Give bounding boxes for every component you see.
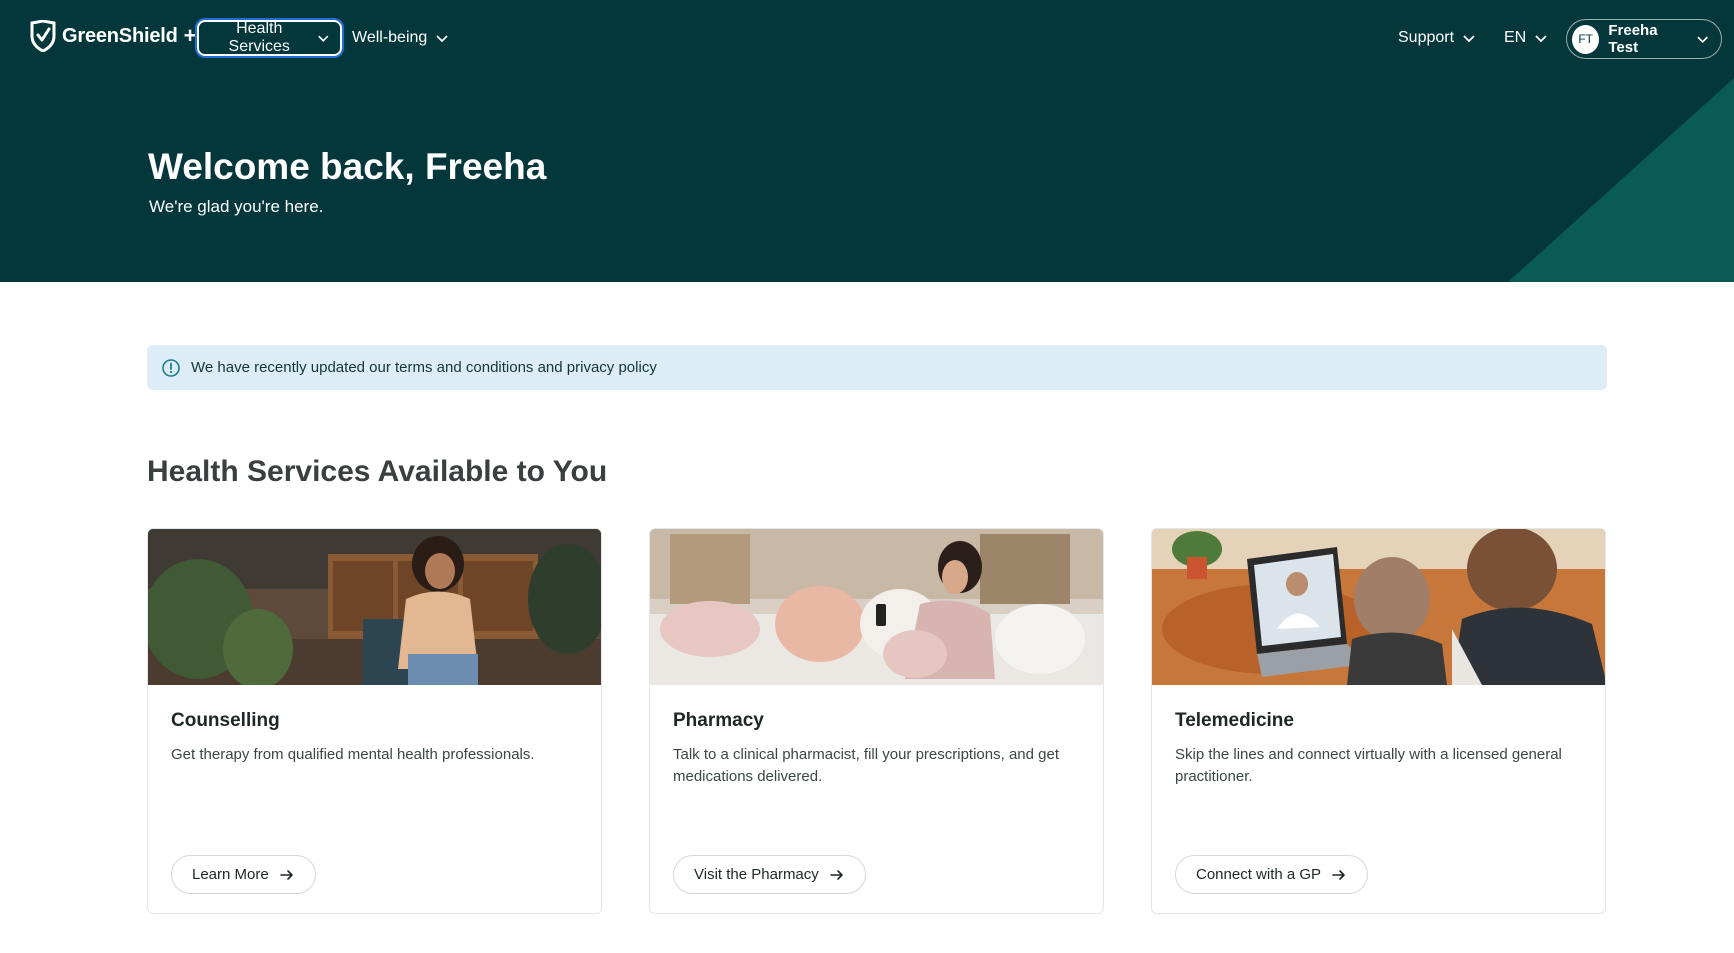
button-label: Visit the Pharmacy xyxy=(694,866,819,883)
chevron-down-icon xyxy=(436,35,448,43)
shield-logo-icon xyxy=(30,20,56,52)
connect-gp-button[interactable]: Connect with a GP xyxy=(1175,855,1369,894)
card-description: Skip the lines and connect virtually wit… xyxy=(1175,746,1562,785)
telemedicine-photo xyxy=(1152,529,1605,685)
nav-health-services[interactable]: Health Services xyxy=(197,20,342,56)
service-card-counselling: Counselling Get therapy from qualified m… xyxy=(147,528,602,914)
terms-update-notice: We have recently updated our terms and c… xyxy=(147,345,1607,390)
card-title: Counselling xyxy=(171,710,280,731)
language-selector[interactable]: EN xyxy=(1494,20,1558,56)
page-subtitle: We're glad you're here. xyxy=(149,197,324,216)
brand-name: GreenShield xyxy=(62,24,178,47)
notice-text: We have recently updated our terms and c… xyxy=(191,359,657,376)
counselling-photo xyxy=(148,529,601,685)
user-name: Freeha Test xyxy=(1608,22,1658,56)
chevron-down-icon xyxy=(1697,36,1708,44)
card-description: Talk to a clinical pharmacist, fill your… xyxy=(673,746,1060,785)
arrow-right-icon xyxy=(1332,869,1345,880)
user-menu-button[interactable]: FT Freeha Test xyxy=(1566,19,1722,59)
card-description: Get therapy from qualified mental health… xyxy=(171,746,535,763)
pharmacy-photo xyxy=(650,529,1103,685)
greenshield-logo[interactable]: GreenShield + xyxy=(30,20,196,52)
chevron-down-icon xyxy=(1463,35,1475,43)
chevron-down-icon xyxy=(318,35,329,42)
chevron-down-icon xyxy=(1535,35,1547,43)
arrow-right-icon xyxy=(279,869,293,880)
service-card-pharmacy: Pharmacy Talk to a clinical pharmacist, … xyxy=(649,528,1104,914)
service-card-telemedicine: Telemedicine Skip the lines and connect … xyxy=(1151,528,1606,914)
brand-plus: + xyxy=(183,23,197,48)
avatar: FT xyxy=(1572,24,1600,54)
learn-more-button[interactable]: Learn More xyxy=(171,855,316,894)
nav-well-being-label: Well-being xyxy=(352,29,428,46)
page-title: Welcome back, Freeha xyxy=(148,146,547,187)
language-label: EN xyxy=(1504,29,1527,46)
button-label: Learn More xyxy=(192,866,269,883)
info-icon xyxy=(162,358,180,377)
button-label: Connect with a GP xyxy=(1196,866,1322,883)
arrow-right-icon xyxy=(829,869,843,880)
hero-banner: GreenShield + Health Services Well-being… xyxy=(0,0,1734,282)
nav-support-label: Support xyxy=(1398,29,1455,46)
top-nav: GreenShield + Health Services Well-being… xyxy=(0,0,1734,76)
nav-health-services-label: Health Services xyxy=(228,20,290,55)
nav-well-being[interactable]: Well-being xyxy=(342,20,459,56)
visit-pharmacy-button[interactable]: Visit the Pharmacy xyxy=(673,855,866,894)
section-title: Health Services Available to You xyxy=(147,455,608,488)
card-title: Pharmacy xyxy=(673,710,764,731)
card-title: Telemedicine xyxy=(1175,710,1294,731)
nav-support[interactable]: Support xyxy=(1388,20,1486,56)
